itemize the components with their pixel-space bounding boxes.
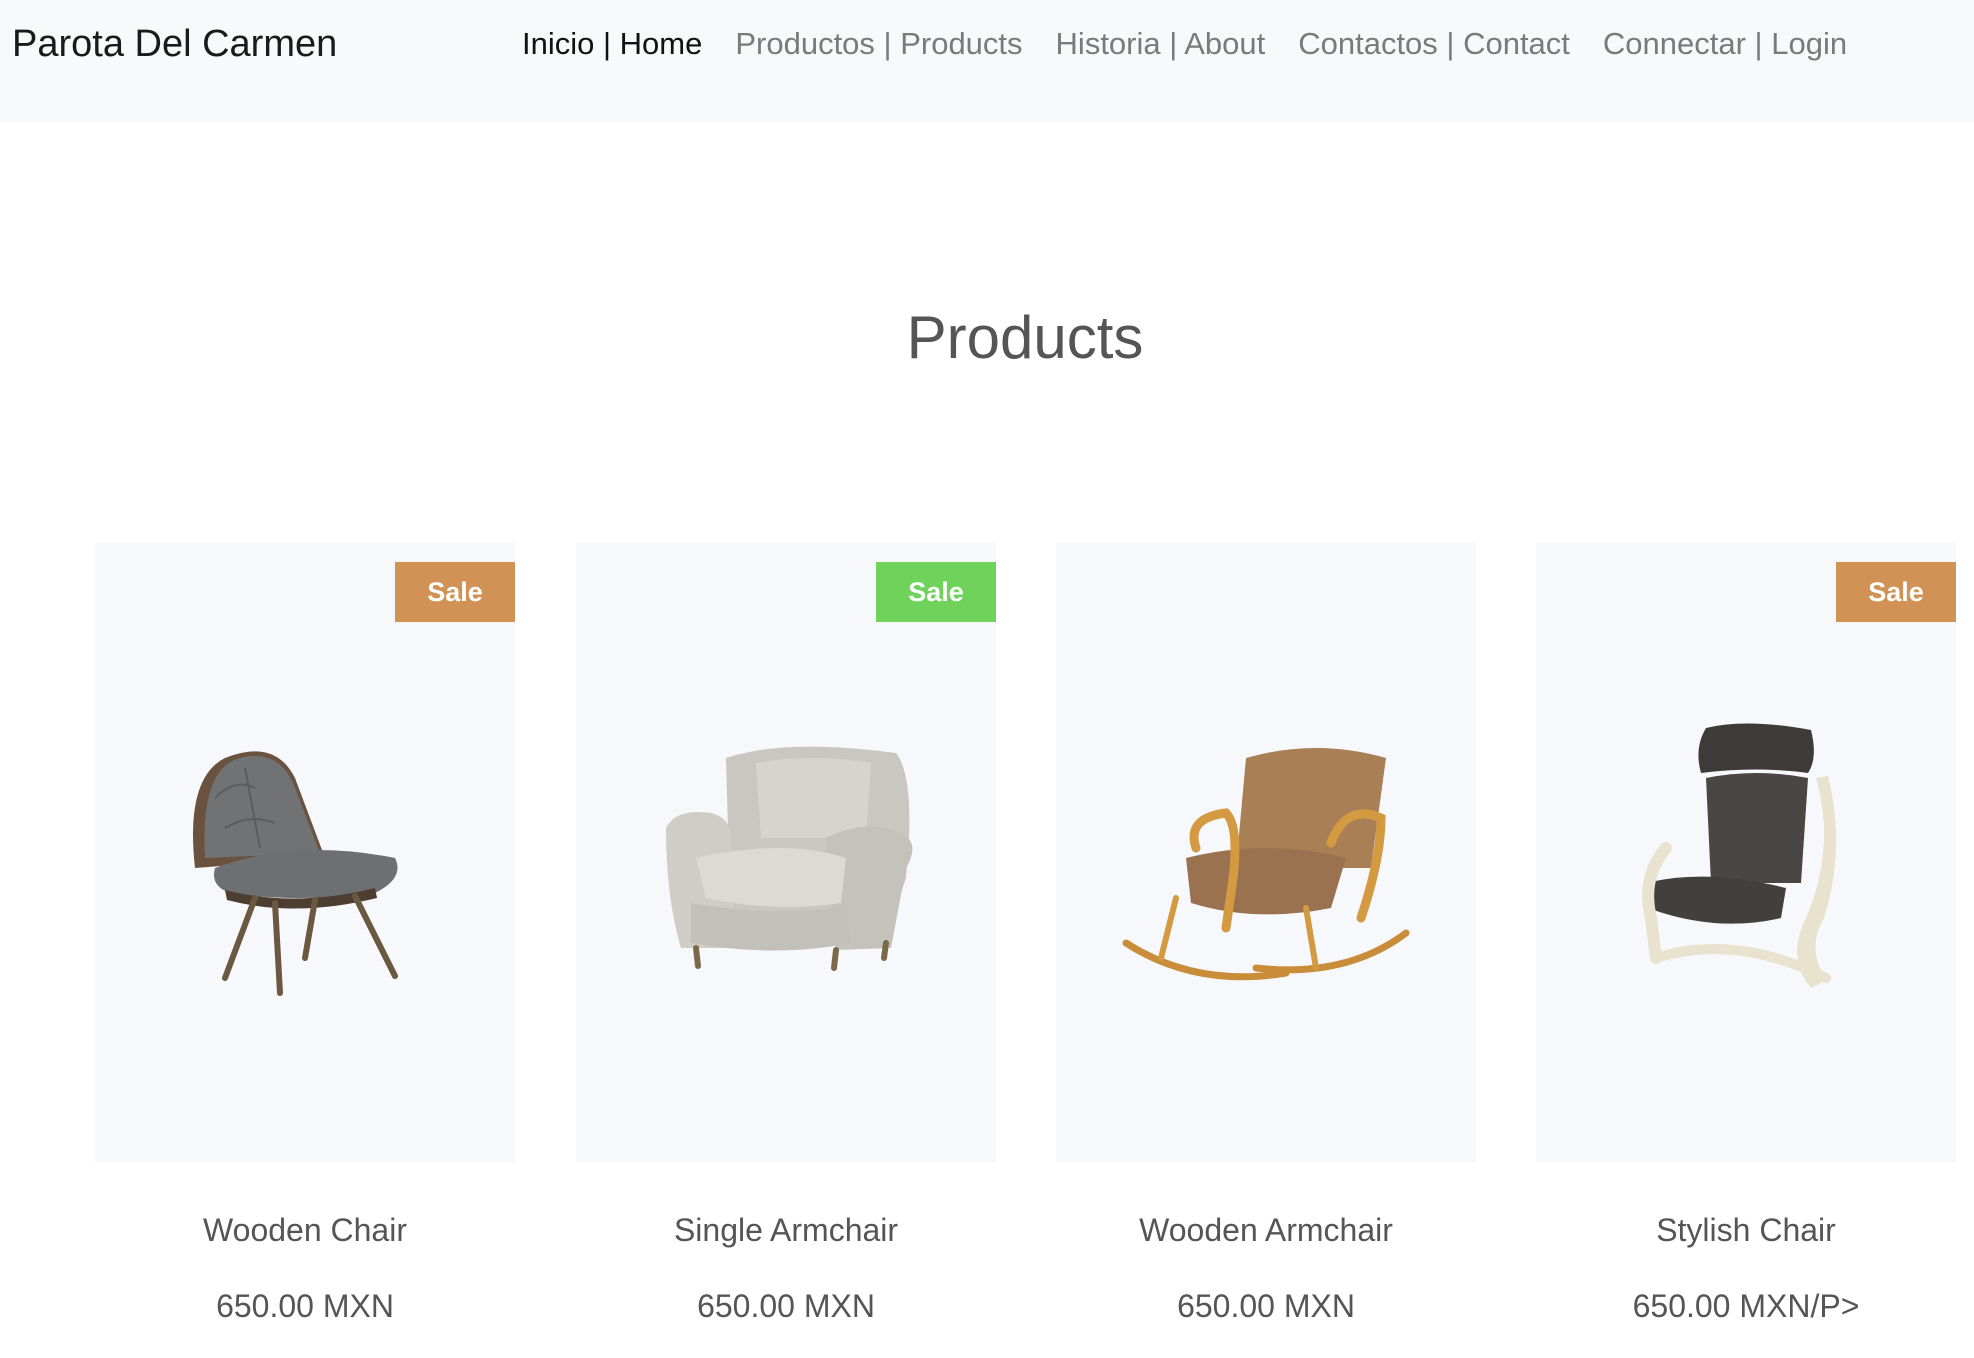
product-name[interactable]: Stylish Chair: [1536, 1210, 1956, 1250]
product-card: Wooden Armchair 650.00 MXN: [1056, 543, 1476, 1326]
product-name[interactable]: Single Armchair: [576, 1210, 996, 1250]
section-title: Products: [906, 304, 1144, 371]
nav-links: Inicio | Home Productos | Products Histo…: [522, 20, 1847, 68]
product-price: 650.00 MXN: [216, 1288, 394, 1324]
top-navbar: Parota Del Carmen Inicio | Home Producto…: [0, 0, 1974, 122]
product-name[interactable]: Wooden Armchair: [1056, 1210, 1476, 1250]
nav-link-home[interactable]: Inicio | Home: [522, 20, 702, 68]
armchair-icon: [666, 746, 913, 971]
product-image-box[interactable]: Sale: [576, 543, 996, 1162]
product-image-box[interactable]: Sale: [95, 543, 515, 1162]
nav-link-products[interactable]: Productos | Products: [735, 20, 1022, 68]
product-image-box[interactable]: Sale: [1536, 543, 1956, 1162]
nav-link-contact[interactable]: Contactos | Contact: [1298, 20, 1570, 68]
sale-badge: Sale: [395, 562, 515, 622]
nav-link-about[interactable]: Historia | About: [1056, 20, 1266, 68]
product-card: Sale Stylish Chair 650.00 MXN/P>: [1536, 543, 1956, 1326]
product-card: Sale Single Armchair 650.00 MXN: [576, 543, 996, 1326]
sale-badge: Sale: [876, 562, 996, 622]
rocking-chair-icon: [1122, 748, 1410, 981]
brand-logo-text[interactable]: Parota Del Carmen: [12, 20, 337, 68]
lounge-chair-icon: [193, 751, 398, 996]
product-price: 650.00 MXN: [1177, 1288, 1355, 1324]
product-image-box[interactable]: [1056, 543, 1476, 1162]
stylish-chair-icon: [1642, 723, 1837, 988]
sale-badge: Sale: [1836, 562, 1956, 622]
nav-link-login[interactable]: Connectar | Login: [1603, 20, 1847, 68]
product-card: Sale Wooden Chair 650.00 MXN: [95, 543, 515, 1326]
product-name[interactable]: Wooden Chair: [95, 1210, 515, 1250]
product-price: 650.00 MXN: [697, 1288, 875, 1324]
product-price: 650.00 MXN/P>: [1632, 1288, 1860, 1324]
